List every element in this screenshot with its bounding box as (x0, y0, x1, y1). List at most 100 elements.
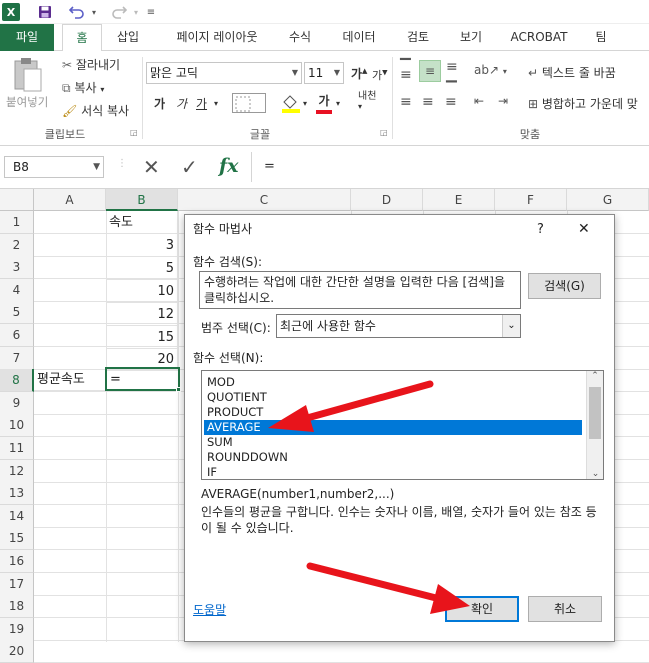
help-link[interactable]: 도움말 (193, 601, 226, 618)
row-header-5[interactable]: 5 (0, 301, 34, 325)
row-header-3[interactable]: 3 (0, 256, 34, 280)
increase-indent-icon[interactable]: ⇥ (498, 94, 508, 108)
fill-color-dropdown-icon[interactable]: ▾ (303, 99, 307, 108)
scroll-up-icon[interactable]: ⌃ (587, 371, 603, 381)
phonetic-button[interactable]: 내천 ▾ (358, 92, 376, 112)
name-box[interactable]: B8 ▼ (4, 156, 104, 178)
list-item[interactable]: IF (204, 465, 582, 480)
align-right-icon[interactable]: ≡ (445, 94, 457, 110)
tab-team[interactable]: 팀 (586, 24, 616, 51)
align-center-icon[interactable]: ≡ (422, 94, 434, 110)
tab-file[interactable]: 파일 (0, 24, 54, 51)
cancel-button[interactable]: 취소 (528, 596, 602, 622)
close-icon[interactable]: ✕ (578, 221, 590, 237)
select-all-corner[interactable] (0, 189, 34, 211)
align-bottom-icon[interactable]: ≡ ▁ (446, 60, 458, 82)
fill-handle[interactable] (176, 387, 181, 392)
format-painter-button[interactable]: 🖌 서식 복사 (62, 102, 129, 119)
row-header-19[interactable]: 19 (0, 617, 34, 641)
row-header-17[interactable]: 17 (0, 572, 34, 596)
cell-b4[interactable]: 10 (106, 280, 178, 303)
row-header-16[interactable]: 16 (0, 550, 34, 573)
undo-icon[interactable] (66, 3, 88, 21)
category-select[interactable]: 최근에 사용한 함수 ⌄ (276, 314, 521, 338)
row-header-11[interactable]: 11 (0, 437, 34, 460)
list-item[interactable]: ROUNDDOWN (204, 450, 582, 465)
ok-button[interactable]: 확인 (445, 596, 519, 622)
tab-review[interactable]: 검토 (396, 24, 440, 51)
cancel-formula-icon[interactable]: ✕ (143, 156, 160, 178)
font-name-select[interactable]: 맑은 고딕 ▼ (146, 62, 302, 84)
scroll-thumb[interactable] (589, 387, 601, 439)
list-item-selected[interactable]: AVERAGE (204, 420, 582, 435)
undo-dropdown-icon[interactable]: ▾ (90, 3, 98, 21)
italic-button[interactable]: 가 (176, 95, 187, 112)
cut-button[interactable]: ✂ 잘라내기 (62, 56, 120, 73)
customize-qat-icon[interactable]: ≡ (146, 3, 156, 21)
bold-button[interactable]: 가 (154, 95, 165, 112)
row-header-1[interactable]: 1 (0, 211, 34, 234)
tab-insert[interactable]: 삽입 (108, 24, 148, 51)
scroll-down-icon[interactable]: ⌄ (587, 469, 604, 479)
row-header-10[interactable]: 10 (0, 414, 34, 438)
orientation-button[interactable]: ab↗ ▾ (474, 63, 507, 77)
search-button[interactable]: 검색(G) (528, 273, 601, 299)
underline-button[interactable]: 가 (196, 95, 207, 112)
cell-b6[interactable]: 15 (106, 326, 178, 349)
align-middle-icon[interactable]: ≡ (419, 60, 441, 82)
merge-center-button[interactable]: ⊞ 병합하고 가운데 맞 (528, 95, 638, 112)
tab-page-layout[interactable]: 페이지 레이아웃 (162, 24, 272, 51)
copy-button[interactable]: ⧉ 복사 ▾ (62, 79, 104, 96)
function-list[interactable]: MOD QUOTIENT PRODUCT AVERAGE SUM ROUNDDO… (201, 370, 604, 480)
align-top-icon[interactable]: ▔ ≡ (400, 60, 412, 82)
column-header-e[interactable]: E (423, 189, 495, 211)
cell-b5[interactable]: 12 (106, 303, 178, 326)
row-header-14[interactable]: 14 (0, 504, 34, 528)
row-header-18[interactable]: 18 (0, 595, 34, 619)
cell-b1[interactable]: 속도 (106, 211, 178, 234)
row-header-7[interactable]: 7 (0, 346, 34, 370)
chevron-down-icon[interactable]: ⌄ (502, 315, 520, 337)
function-search-input[interactable]: 수행하려는 작업에 대한 간단한 설명을 입력한 다음 [검색]을 클릭하십시오… (199, 271, 521, 309)
column-header-c[interactable]: C (178, 189, 351, 211)
enter-formula-icon[interactable]: ✓ (181, 156, 198, 178)
row-header-13[interactable]: 13 (0, 482, 34, 506)
help-icon[interactable]: ? (537, 222, 544, 237)
shrink-font-button[interactable]: 가▼ (372, 67, 388, 83)
tab-home[interactable]: 홈 (62, 24, 102, 52)
borders-button[interactable] (232, 93, 266, 113)
save-icon[interactable] (36, 3, 54, 21)
row-header-9[interactable]: 9 (0, 391, 34, 415)
font-color-dropdown-icon[interactable]: ▾ (336, 99, 340, 108)
font-color-button[interactable]: 가 (316, 92, 332, 114)
list-item[interactable]: PRODUCT (204, 405, 582, 420)
decrease-indent-icon[interactable]: ⇤ (474, 94, 484, 108)
column-header-g[interactable]: G (567, 189, 649, 211)
clipboard-launcher-icon[interactable]: ◲ (130, 128, 138, 137)
formula-input[interactable]: = (251, 152, 649, 182)
cell-b8-active[interactable]: = (105, 367, 180, 391)
insert-function-icon[interactable]: fx (219, 155, 239, 177)
fill-color-button[interactable] (280, 93, 302, 116)
row-header-12[interactable]: 12 (0, 459, 34, 483)
cell-a8[interactable]: 평균속도 (34, 368, 106, 391)
align-left-icon[interactable]: ≡ (400, 94, 412, 110)
row-header-4[interactable]: 4 (0, 278, 34, 302)
list-item[interactable]: SUM (204, 435, 582, 450)
column-header-a[interactable]: A (34, 189, 106, 211)
cell-b2[interactable]: 3 (106, 234, 178, 257)
redo-icon[interactable] (108, 3, 130, 21)
row-header-2[interactable]: 2 (0, 233, 34, 257)
tab-formulas[interactable]: 수식 (278, 24, 322, 51)
column-header-b[interactable]: B (106, 189, 178, 211)
row-header-8[interactable]: 8 (0, 369, 34, 393)
underline-dropdown-icon[interactable]: ▾ (214, 99, 218, 108)
paste-icon[interactable] (10, 55, 50, 95)
wrap-text-button[interactable]: ↵ 텍스트 줄 바꿈 (528, 64, 616, 81)
tab-data[interactable]: 데이터 (332, 24, 386, 51)
font-size-select[interactable]: 11 ▼ (304, 62, 344, 84)
tab-acrobat[interactable]: ACROBAT (504, 24, 574, 51)
column-header-f[interactable]: F (495, 189, 567, 211)
cell-b3[interactable]: 5 (106, 257, 178, 280)
column-header-d[interactable]: D (351, 189, 423, 211)
